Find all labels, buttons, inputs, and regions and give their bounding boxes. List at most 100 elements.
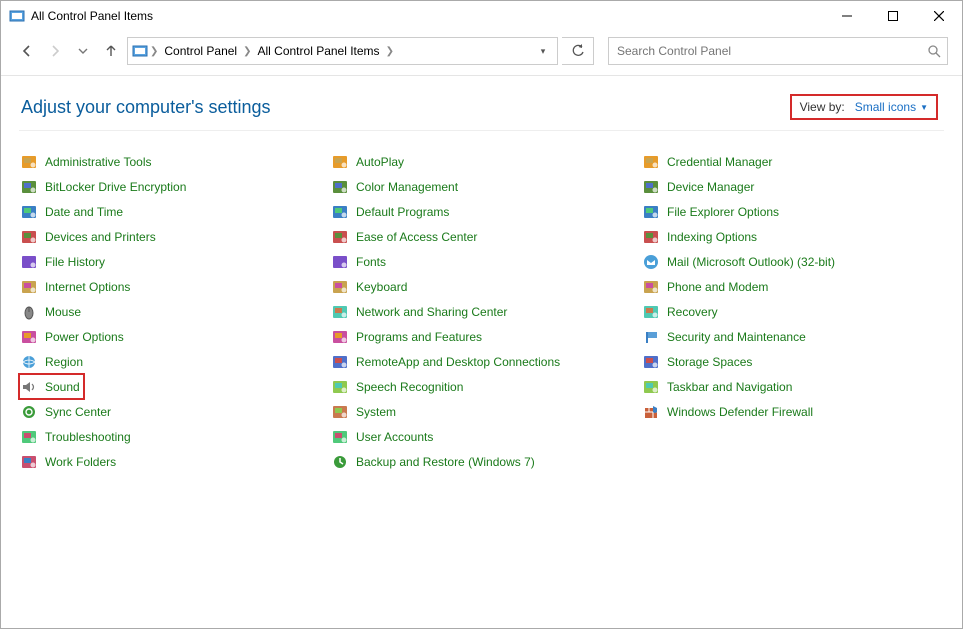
- item-label: File History: [45, 255, 105, 269]
- control-panel-item[interactable]: Ease of Access Center: [330, 224, 633, 249]
- control-panel-item[interactable]: Network and Sharing Center: [330, 299, 633, 324]
- control-panel-item[interactable]: Speech Recognition: [330, 374, 633, 399]
- defender-firewall-icon: [643, 404, 659, 420]
- refresh-button[interactable]: [562, 37, 594, 65]
- control-panel-item[interactable]: Mouse: [19, 299, 322, 324]
- search-input[interactable]: [615, 43, 928, 59]
- breadcrumb-control-panel[interactable]: Control Panel: [160, 38, 241, 64]
- chevron-right-icon[interactable]: ❯: [241, 46, 253, 57]
- phone-modem-icon: [643, 279, 659, 295]
- default-programs-icon: [332, 204, 348, 220]
- control-panel-item[interactable]: Sync Center: [19, 399, 322, 424]
- item-label: BitLocker Drive Encryption: [45, 180, 186, 194]
- control-panel-item[interactable]: Device Manager: [641, 174, 944, 199]
- control-panel-item[interactable]: BitLocker Drive Encryption: [19, 174, 322, 199]
- power-options-icon: [21, 329, 37, 345]
- devices-printers-icon: [21, 229, 37, 245]
- fonts-icon: [332, 254, 348, 270]
- control-panel-item[interactable]: Date and Time: [19, 199, 322, 224]
- control-panel-item[interactable]: Region: [19, 349, 322, 374]
- control-panel-item[interactable]: Sound: [19, 374, 84, 399]
- item-label: Color Management: [356, 180, 458, 194]
- up-button[interactable]: [99, 39, 123, 63]
- control-panel-item[interactable]: Windows Defender Firewall: [641, 399, 944, 424]
- close-button[interactable]: [916, 1, 962, 31]
- control-panel-item[interactable]: Internet Options: [19, 274, 322, 299]
- item-label: Power Options: [45, 330, 124, 344]
- control-panel-item[interactable]: Work Folders: [19, 449, 322, 474]
- item-label: Ease of Access Center: [356, 230, 477, 244]
- control-panel-item[interactable]: Storage Spaces: [641, 349, 944, 374]
- control-panel-item[interactable]: Credential Manager: [641, 149, 944, 174]
- address-bar[interactable]: ❯ Control Panel ❯ All Control Panel Item…: [127, 37, 558, 65]
- item-label: Sound: [45, 380, 80, 394]
- maximize-button[interactable]: [870, 1, 916, 31]
- forward-button[interactable]: [43, 39, 67, 63]
- storage-spaces-icon: [643, 354, 659, 370]
- sound-icon: [21, 379, 37, 395]
- view-by-value[interactable]: Small icons ▼: [855, 100, 928, 114]
- item-label: Recovery: [667, 305, 718, 319]
- datetime-icon: [21, 204, 37, 220]
- chevron-right-icon[interactable]: ❯: [148, 46, 160, 57]
- control-panel-item[interactable]: File History: [19, 249, 322, 274]
- item-label: Network and Sharing Center: [356, 305, 507, 319]
- control-panel-item[interactable]: AutoPlay: [330, 149, 633, 174]
- navbar: ❯ Control Panel ❯ All Control Panel Item…: [1, 31, 962, 71]
- autoplay-icon: [332, 154, 348, 170]
- titlebar: All Control Panel Items: [1, 1, 962, 31]
- control-panel-icon: [9, 8, 25, 24]
- internet-options-icon: [21, 279, 37, 295]
- control-panel-item[interactable]: Keyboard: [330, 274, 633, 299]
- address-history-dropdown[interactable]: ▾: [533, 46, 553, 57]
- taskbar-navigation-icon: [643, 379, 659, 395]
- control-panel-item[interactable]: User Accounts: [330, 424, 633, 449]
- item-label: Storage Spaces: [667, 355, 752, 369]
- control-panel-item[interactable]: Backup and Restore (Windows 7): [330, 449, 633, 474]
- control-panel-item[interactable]: Security and Maintenance: [641, 324, 944, 349]
- control-panel-item[interactable]: System: [330, 399, 633, 424]
- control-panel-item[interactable]: Mail (Microsoft Outlook) (32-bit): [641, 249, 944, 274]
- control-panel-item[interactable]: Administrative Tools: [19, 149, 322, 174]
- control-panel-item[interactable]: Devices and Printers: [19, 224, 322, 249]
- ease-of-access-icon: [332, 229, 348, 245]
- control-panel-item[interactable]: Color Management: [330, 174, 633, 199]
- control-panel-item[interactable]: Fonts: [330, 249, 633, 274]
- control-panel-icon: [132, 43, 148, 59]
- control-panel-item[interactable]: Indexing Options: [641, 224, 944, 249]
- item-label: System: [356, 405, 396, 419]
- item-label: Mail (Microsoft Outlook) (32-bit): [667, 255, 835, 269]
- minimize-button[interactable]: [824, 1, 870, 31]
- chevron-down-icon: ▼: [920, 103, 928, 112]
- item-label: User Accounts: [356, 430, 433, 444]
- control-panel-item[interactable]: Troubleshooting: [19, 424, 322, 449]
- region-icon: [21, 354, 37, 370]
- back-button[interactable]: [15, 39, 39, 63]
- item-label: File Explorer Options: [667, 205, 779, 219]
- view-by-selector[interactable]: View by: Small icons ▼: [790, 94, 938, 120]
- recent-locations-button[interactable]: [71, 39, 95, 63]
- item-label: Mouse: [45, 305, 81, 319]
- network-sharing-icon: [332, 304, 348, 320]
- item-label: Security and Maintenance: [667, 330, 806, 344]
- control-panel-item[interactable]: Taskbar and Navigation: [641, 374, 944, 399]
- chevron-right-icon[interactable]: ❯: [384, 46, 396, 57]
- control-panel-item[interactable]: File Explorer Options: [641, 199, 944, 224]
- view-by-label: View by:: [800, 100, 845, 114]
- control-panel-item[interactable]: Power Options: [19, 324, 322, 349]
- control-panel-item[interactable]: Programs and Features: [330, 324, 633, 349]
- breadcrumb-all-items[interactable]: All Control Panel Items: [254, 38, 384, 64]
- item-label: Device Manager: [667, 180, 754, 194]
- content-header: Adjust your computer's settings View by:…: [1, 76, 962, 130]
- search-box[interactable]: [608, 37, 948, 65]
- mail-icon: [643, 254, 659, 270]
- search-icon[interactable]: [928, 45, 941, 58]
- sync-center-icon: [21, 404, 37, 420]
- control-panel-item[interactable]: Recovery: [641, 299, 944, 324]
- item-label: Programs and Features: [356, 330, 482, 344]
- control-panel-item[interactable]: Phone and Modem: [641, 274, 944, 299]
- control-panel-item[interactable]: RemoteApp and Desktop Connections: [330, 349, 633, 374]
- item-label: Administrative Tools: [45, 155, 152, 169]
- programs-features-icon: [332, 329, 348, 345]
- control-panel-item[interactable]: Default Programs: [330, 199, 633, 224]
